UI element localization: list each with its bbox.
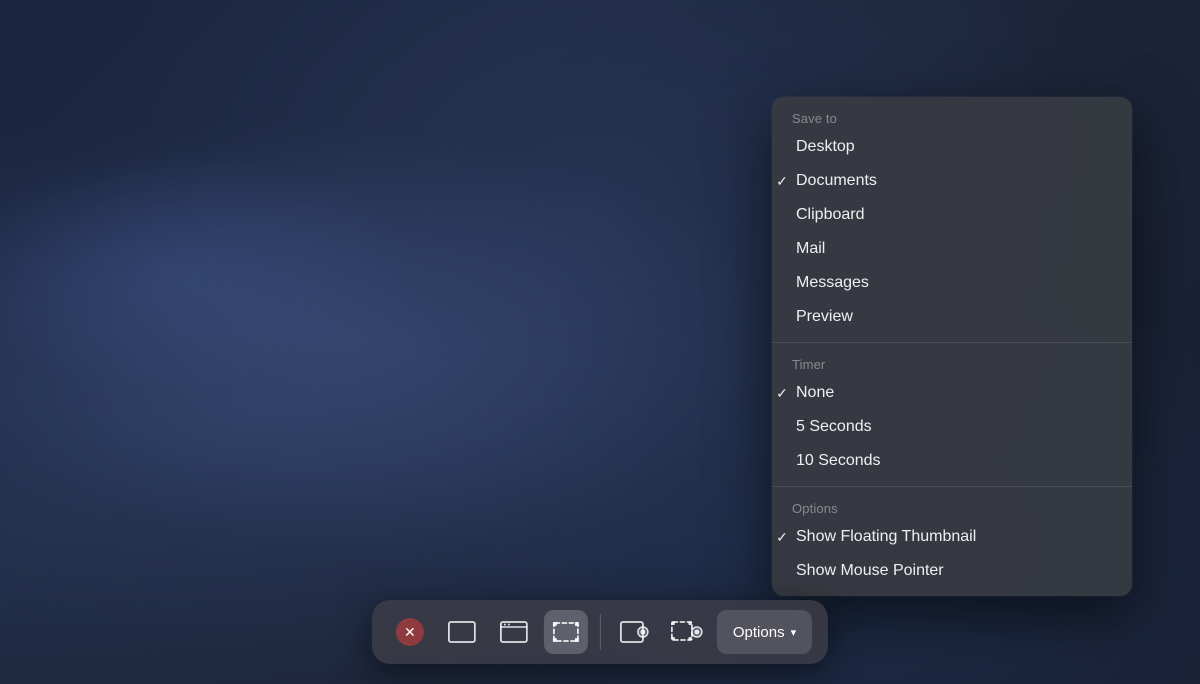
menu-item-5-seconds-text: 5 Seconds [796,418,872,436]
menu-item-none-text: None [796,384,834,402]
menu-item-floating-thumbnail-text: Show Floating Thumbnail [796,528,976,546]
fullscreen-capture-button[interactable] [440,610,484,654]
toolbar-divider [600,614,601,650]
selection-capture-icon [552,621,580,643]
checkmark-floating-thumbnail: ✓ [772,529,792,546]
menu-item-documents-text: Documents [796,172,877,190]
menu-item-clipboard[interactable]: Clipboard [772,198,1132,232]
menu-item-mail-text: Mail [796,240,825,258]
timer-section: Timer ✓ None 5 Seconds 10 Seconds [772,342,1132,486]
selection-video-icon [671,621,703,643]
save-to-section: Save to Desktop ✓ Documents Clipboard Ma… [772,97,1132,342]
screenshot-toolbar: ✕ [372,600,828,664]
options-chevron-icon: ▾ [791,626,797,639]
checkmark-documents: ✓ [772,173,792,190]
checkmark-none: ✓ [772,385,792,402]
menu-item-none[interactable]: ✓ None [772,376,1132,410]
menu-item-10-seconds-text: 10 Seconds [796,452,881,470]
options-button[interactable]: Options ▾ [717,610,812,654]
menu-item-preview[interactable]: Preview [772,300,1132,334]
menu-item-show-mouse-pointer[interactable]: Show Mouse Pointer [772,554,1132,588]
options-dropdown-menu: Save to Desktop ✓ Documents Clipboard Ma… [772,97,1132,596]
selection-capture-button[interactable] [544,610,588,654]
menu-item-clipboard-text: Clipboard [796,206,864,224]
options-button-label: Options [733,624,785,641]
selection-video-button[interactable] [665,610,709,654]
window-capture-button[interactable] [492,610,536,654]
window-capture-icon [500,621,528,643]
menu-item-mail[interactable]: Mail [772,232,1132,266]
menu-item-messages-text: Messages [796,274,869,292]
menu-item-show-floating-thumbnail[interactable]: ✓ Show Floating Thumbnail [772,520,1132,554]
options-label: Options [772,495,1132,520]
save-to-label: Save to [772,105,1132,130]
fullscreen-video-button[interactable] [613,610,657,654]
timer-label: Timer [772,351,1132,376]
fullscreen-capture-icon [448,621,476,643]
menu-item-desktop-text: Desktop [796,138,855,156]
close-button[interactable]: ✕ [388,610,432,654]
menu-item-desktop[interactable]: Desktop [772,130,1132,164]
menu-item-preview-text: Preview [796,308,853,326]
menu-item-documents[interactable]: ✓ Documents [772,164,1132,198]
menu-item-mouse-pointer-text: Show Mouse Pointer [796,562,944,580]
close-icon: ✕ [396,618,424,646]
menu-item-10-seconds[interactable]: 10 Seconds [772,444,1132,478]
menu-item-5-seconds[interactable]: 5 Seconds [772,410,1132,444]
fullscreen-video-icon [620,621,650,643]
options-section: Options ✓ Show Floating Thumbnail Show M… [772,486,1132,596]
menu-item-messages[interactable]: Messages [772,266,1132,300]
